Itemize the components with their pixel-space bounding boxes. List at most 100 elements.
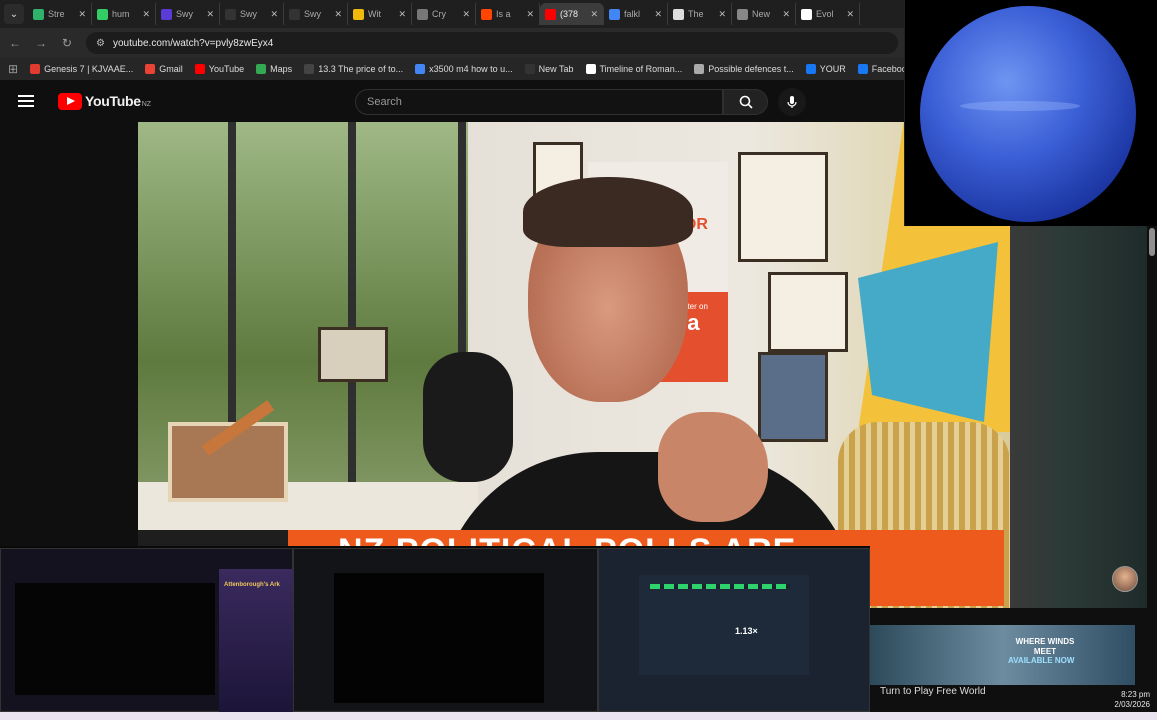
game-ad-thumbnail[interactable] [870, 625, 1135, 685]
forward-icon[interactable]: → [34, 36, 48, 50]
bookmark-favicon-icon [30, 64, 41, 74]
bookmark-item[interactable]: Facebook green [857, 64, 904, 74]
bookmark-item[interactable]: x3500 m4 how to u... [415, 64, 513, 74]
bookmark-favicon-icon [694, 64, 705, 74]
browser-tab[interactable]: Swy ✕ [220, 3, 284, 25]
podcast-microphone [423, 352, 513, 482]
tab-title: Is a [496, 9, 511, 19]
bookmarks-bar: ⊞ Genesis 7 | KJVAAE... Gmail YouTube Maps 1… [0, 58, 904, 80]
youtube-logo-text: YouTube [85, 93, 141, 109]
browser-tab[interactable]: New ✕ [732, 3, 796, 25]
ad-subtitle: AVAILABLE NOW [1008, 656, 1075, 665]
preview-title: Attenborough's Ark [224, 582, 280, 588]
tab-favicon-icon [673, 8, 684, 20]
tab-title: Swy [240, 9, 258, 19]
tab-close-icon[interactable]: ✕ [590, 9, 598, 20]
clock-time: 8:23 pm [1121, 690, 1150, 699]
browser-tab[interactable]: Wit ✕ [348, 3, 412, 25]
bookmark-item[interactable]: Gmail [145, 64, 183, 74]
browser-tab[interactable]: Evol ✕ [796, 3, 860, 25]
tab-title: Wit [368, 9, 381, 19]
address-bar: ← → ↻ ⚙ youtube.com/watch?v=pvly8zwEyx4 [0, 28, 904, 58]
tab-favicon-icon [33, 8, 44, 20]
taskbar-preview-1[interactable] [0, 548, 293, 713]
bookmark-item[interactable]: YouTube [194, 64, 244, 74]
voice-search-button[interactable] [778, 88, 806, 116]
bookmark-favicon-icon [857, 64, 868, 74]
tab-title: The [688, 9, 704, 19]
tab-close-icon[interactable]: ✕ [782, 9, 790, 20]
apps-grid-icon[interactable]: ⊞ [8, 62, 18, 76]
bookmarks-list: Genesis 7 | KJVAAE... Gmail YouTube Maps 13.… [30, 64, 904, 74]
browser-tab[interactable]: (378 ✕ [540, 3, 604, 25]
video-player[interactable]: TURNER FOR CHIEF Live or later on rova N… [138, 122, 1010, 608]
search-button[interactable] [723, 89, 768, 115]
ad-caption: Turn to Play Free World [880, 686, 986, 697]
back-icon[interactable]: ← [8, 36, 22, 50]
bookmark-favicon-icon [256, 64, 267, 74]
os-taskbar [0, 712, 1157, 720]
site-info-icon[interactable]: ⚙ [96, 38, 105, 49]
bookmark-label: Gmail [159, 64, 183, 74]
tab-close-icon[interactable]: ✕ [142, 9, 150, 20]
tab-close-icon[interactable]: ✕ [270, 9, 278, 20]
browser-tab[interactable]: Swy ✕ [156, 3, 220, 25]
preview-side-panel [219, 569, 293, 713]
bookmark-label: YOUR [819, 64, 846, 74]
preview-screen [15, 583, 215, 695]
menu-icon[interactable] [18, 95, 34, 107]
taskbar-preview-2[interactable] [293, 548, 598, 712]
browser-tab[interactable]: falkl ✕ [604, 3, 668, 25]
tab-favicon-icon [481, 8, 492, 20]
scrollbar-thumb[interactable] [1149, 228, 1155, 256]
tab-favicon-icon [801, 8, 812, 20]
bookmark-favicon-icon [585, 64, 596, 74]
bookmark-label: Genesis 7 | KJVAAE... [44, 64, 134, 74]
preview-green-bar [650, 584, 790, 589]
channel-avatar[interactable] [1112, 566, 1138, 592]
framed-picture [318, 327, 388, 382]
window-frame [348, 122, 356, 522]
tab-close-icon[interactable]: ✕ [846, 9, 854, 20]
browser-tab[interactable]: Stre ✕ [28, 3, 92, 25]
url-field[interactable]: ⚙ youtube.com/watch?v=pvly8zwEyx4 [86, 32, 898, 54]
bookmark-favicon-icon [415, 64, 426, 74]
browser-tab[interactable]: Swy ✕ [284, 3, 348, 25]
wall-certificate [738, 152, 828, 262]
bookmark-item[interactable]: YOUR [805, 64, 846, 74]
youtube-logo[interactable]: YouTube NZ [58, 92, 151, 110]
tab-search-icon[interactable]: ⌄ [4, 4, 24, 24]
tab-close-icon[interactable]: ✕ [654, 9, 662, 20]
tab-close-icon[interactable]: ✕ [718, 9, 726, 20]
tab-title: falkl [624, 9, 641, 19]
browser-tab[interactable]: Is a ✕ [476, 3, 540, 25]
bookmark-item[interactable]: Timeline of Roman... [585, 64, 682, 74]
neptune-planet-image [920, 6, 1136, 222]
browser-tab[interactable]: The ✕ [668, 3, 732, 25]
search-icon [739, 95, 753, 109]
bookmark-item[interactable]: Possible defences t... [694, 64, 794, 74]
preview-screen [334, 573, 544, 703]
tab-close-icon[interactable]: ✕ [334, 9, 342, 20]
taskbar-preview-3[interactable] [598, 548, 870, 712]
system-clock[interactable]: 8:23 pm 2/03/2026 [1070, 690, 1150, 711]
tab-close-icon[interactable]: ✕ [398, 9, 406, 20]
tab-close-icon[interactable]: ✕ [206, 9, 214, 20]
wall-certificate [768, 272, 848, 352]
bookmark-item[interactable]: Genesis 7 | KJVAAE... [30, 64, 133, 74]
tab-close-icon[interactable]: ✕ [462, 9, 470, 20]
browser-tab[interactable]: hum ✕ [92, 3, 156, 25]
tab-title: hum [112, 9, 130, 19]
bookmark-favicon-icon [805, 64, 816, 74]
tab-close-icon[interactable]: ✕ [526, 9, 534, 20]
reload-icon[interactable]: ↻ [60, 36, 74, 50]
browser-tab[interactable]: Cry ✕ [412, 3, 476, 25]
bookmark-item[interactable]: Maps [256, 64, 292, 74]
ad-title: WHERE WINDS MEET [1015, 637, 1075, 656]
search-placeholder: Search [367, 96, 402, 108]
bookmark-item[interactable]: 13.3 The price of to... [304, 64, 403, 74]
page-scrollbar[interactable] [1147, 226, 1157, 696]
tab-close-icon[interactable]: ✕ [78, 9, 86, 20]
bookmark-item[interactable]: New Tab [524, 64, 574, 74]
search-input[interactable]: Search [355, 89, 723, 115]
